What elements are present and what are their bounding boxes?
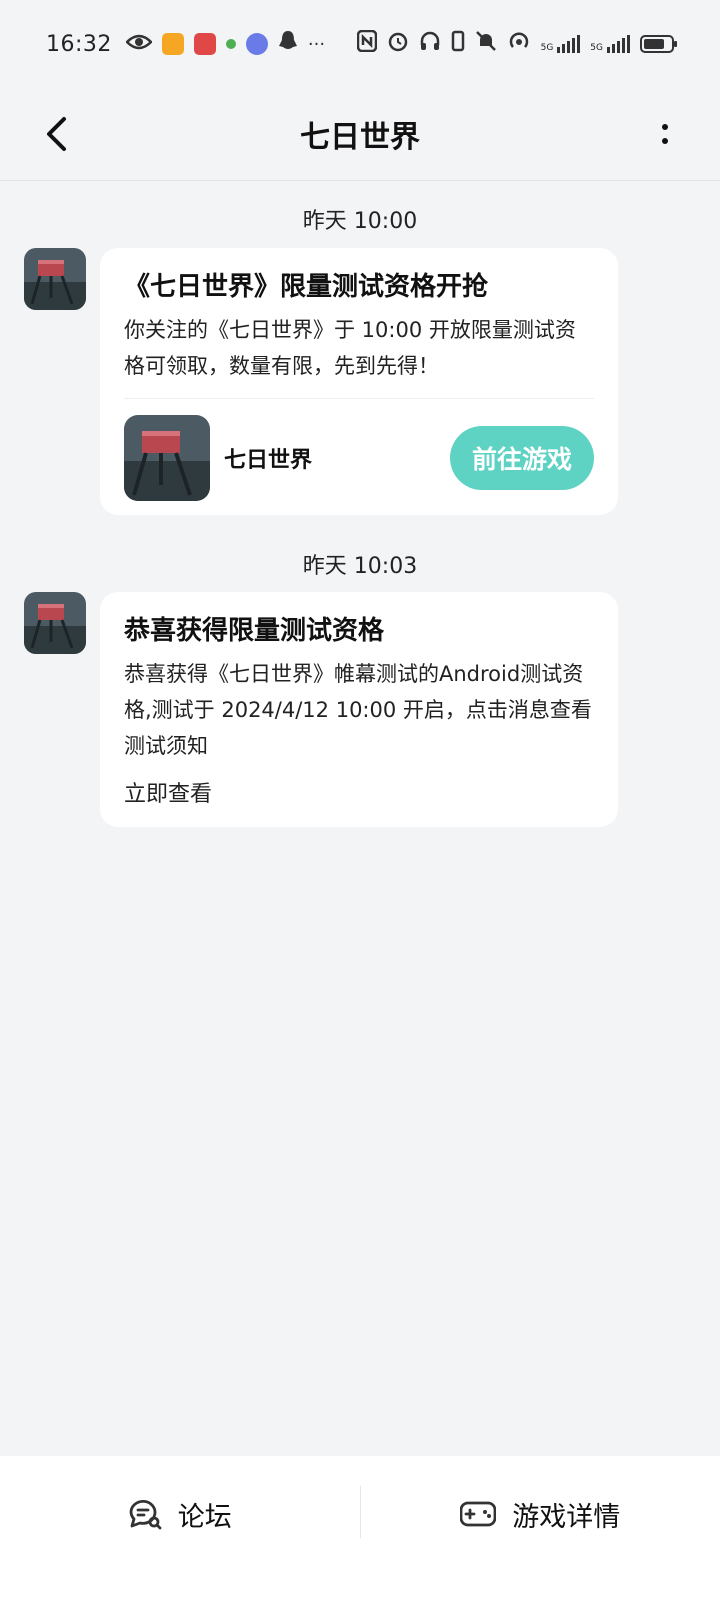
status-bar: 16:32 ··· 5G 5G <box>0 0 720 88</box>
status-left: 16:32 ··· <box>46 30 325 58</box>
huawei-icon <box>193 33 216 55</box>
bottom-bar: 论坛 游戏详情 <box>0 1456 720 1598</box>
game-row: 七日世界 前往游戏 <box>124 413 594 503</box>
game-icon[interactable] <box>124 415 210 501</box>
status-time: 16:32 <box>46 31 112 57</box>
gamepad-icon <box>460 1501 497 1527</box>
more-options-button[interactable] <box>650 110 680 158</box>
message-title: 《七日世界》限量测试资格开抢 <box>124 272 489 302</box>
page-title: 七日世界 <box>300 120 420 155</box>
message-body: 恭喜获得《七日世界》帷幕测试的Android测试资格,测试于 2024/4/12… <box>124 662 592 758</box>
headset-icon <box>419 30 441 58</box>
message-card[interactable]: 恭喜获得限量测试资格 恭喜获得《七日世界》帷幕测试的Android测试资格,测试… <box>100 592 618 827</box>
dot-icon <box>662 138 668 144</box>
forum-label: 论坛 <box>177 1501 232 1533</box>
message-body: 你关注的《七日世界》于 10:00 开放限量测试资格可领取，数量有限，先到先得！ <box>124 318 576 378</box>
more-notifications: ··· <box>307 33 326 55</box>
forum-icon <box>129 1500 162 1530</box>
message-title: 恭喜获得限量测试资格 <box>124 616 385 646</box>
signal-1-label: 5G <box>540 43 554 53</box>
game-details-tab[interactable]: 游戏详情 <box>361 1456 720 1598</box>
music-icon <box>245 33 268 55</box>
nfc-icon <box>356 29 377 58</box>
chevron-left-icon <box>47 117 66 151</box>
battery-icon <box>640 35 677 53</box>
mute-icon <box>475 30 497 58</box>
message-timestamp: 昨天 10:00 <box>302 209 418 234</box>
message-timestamp: 昨天 10:03 <box>302 554 418 579</box>
weibo-icon <box>161 33 184 55</box>
qq-icon <box>278 30 298 58</box>
back-button[interactable] <box>30 108 82 160</box>
game-name: 七日世界 <box>224 448 313 473</box>
wechat-icon <box>225 39 236 49</box>
sender-avatar[interactable] <box>24 592 86 654</box>
signal-2-icon: 5G <box>590 35 630 53</box>
status-right: 5G 5G <box>356 29 677 58</box>
go-to-game-button[interactable]: 前往游戏 <box>450 426 594 490</box>
divider <box>124 398 594 399</box>
message-card[interactable]: 《七日世界》限量测试资格开抢 你关注的《七日世界》于 10:00 开放限量测试资… <box>100 248 618 515</box>
alarm-icon <box>387 30 409 58</box>
eye-icon <box>125 32 153 57</box>
sender-avatar[interactable] <box>24 248 86 310</box>
vibrate-icon <box>451 30 465 58</box>
game-details-label: 游戏详情 <box>512 1501 621 1533</box>
hotspot-icon <box>507 30 531 58</box>
forum-tab[interactable]: 论坛 <box>0 1456 360 1598</box>
app-bar: 七日世界 <box>0 88 720 181</box>
signal-2-label: 5G <box>590 43 603 53</box>
view-now-link[interactable]: 立即查看 <box>124 776 594 808</box>
dot-icon <box>662 124 668 130</box>
signal-1-icon: 5G <box>541 35 581 53</box>
